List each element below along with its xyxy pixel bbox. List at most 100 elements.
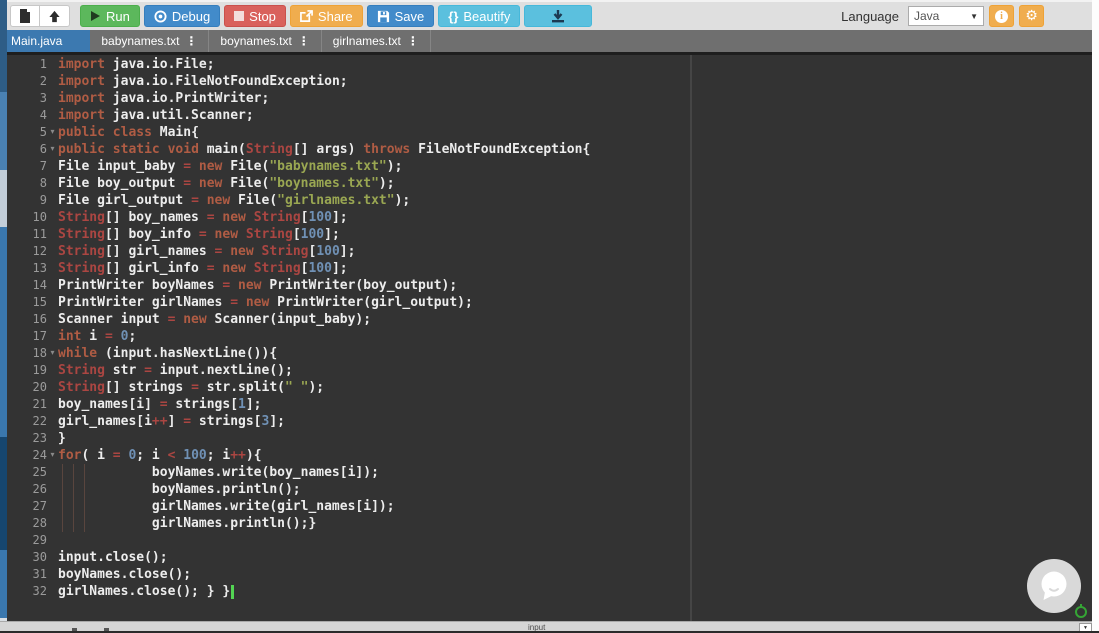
- code-line[interactable]: 7File input_baby = new File("babynames.t…: [7, 158, 1092, 175]
- tab-menu-icon[interactable]: ⋮: [298, 35, 310, 47]
- tab-menu-icon[interactable]: ⋮: [185, 35, 197, 47]
- share-icon: [300, 10, 313, 23]
- debug-button[interactable]: Debug: [144, 5, 220, 27]
- download-button[interactable]: [524, 5, 592, 27]
- toolbar: Run Debug Stop Share Save {}: [0, 0, 1099, 30]
- fold-gutter: [47, 192, 58, 209]
- settings-button[interactable]: ⚙: [1019, 5, 1044, 27]
- code-line[interactable]: 9File girl_output = new File("girlnames.…: [7, 192, 1092, 209]
- code-line[interactable]: 12 String[] girl_names = new String[100];: [7, 243, 1092, 260]
- code-line[interactable]: 11String[] boy_info = new String[100];: [7, 226, 1092, 243]
- code-line[interactable]: 10String[] boy_names = new String[100];: [7, 209, 1092, 226]
- info-button[interactable]: i: [989, 5, 1014, 27]
- code-line[interactable]: 28 girlNames.println();}: [7, 515, 1092, 532]
- code-line[interactable]: 15PrintWriter girlNames = new PrintWrite…: [7, 294, 1092, 311]
- code-line[interactable]: 2import java.io.FileNotFoundException;: [7, 73, 1092, 90]
- code-line[interactable]: 20String[] strings = str.split(" ");: [7, 379, 1092, 396]
- chat-fab-button[interactable]: [1027, 559, 1081, 613]
- line-number: 5: [7, 124, 47, 141]
- code-text: for( i = 0; i < 100; i++){: [58, 447, 262, 464]
- fold-gutter: [47, 209, 58, 226]
- fold-gutter: [47, 56, 58, 73]
- code-line[interactable]: 22 girl_names[i++] = strings[3];: [7, 413, 1092, 430]
- fold-arrow-icon[interactable]: ▾: [47, 124, 58, 141]
- code-text: String[] boy_names = new String[100];: [58, 209, 348, 226]
- run-button[interactable]: Run: [80, 5, 140, 27]
- fold-gutter: [47, 498, 58, 515]
- code-line[interactable]: 25 boyNames.write(boy_names[i]);: [7, 464, 1092, 481]
- code-line[interactable]: 3import java.io.PrintWriter;: [7, 90, 1092, 107]
- beautify-button[interactable]: {} Beautify: [438, 5, 520, 27]
- code-line[interactable]: 14PrintWriter boyNames = new PrintWriter…: [7, 277, 1092, 294]
- code-text: girlNames.println();}: [58, 515, 316, 532]
- code-line[interactable]: 13String[] girl_info = new String[100];: [7, 260, 1092, 277]
- upload-button[interactable]: [39, 5, 70, 27]
- fold-gutter: [47, 243, 58, 260]
- code-line[interactable]: 31boyNames.close();: [7, 566, 1092, 583]
- left-scrollbar[interactable]: [0, 0, 7, 633]
- fold-arrow-icon[interactable]: ▾: [47, 447, 58, 464]
- line-number: 4: [7, 107, 47, 124]
- fold-gutter: [47, 328, 58, 345]
- beautify-button-label: Beautify: [463, 9, 510, 24]
- code-line[interactable]: 4import java.util.Scanner;: [7, 107, 1092, 124]
- line-number: 2: [7, 73, 47, 90]
- code-text: girl_names[i++] = strings[3];: [58, 413, 285, 430]
- line-number: 12: [7, 243, 47, 260]
- resize-grip-icon[interactable]: [1075, 606, 1087, 618]
- language-select[interactable]: Java ▼: [908, 6, 984, 26]
- code-line[interactable]: 5▾public class Main{: [7, 124, 1092, 141]
- indent-guide: [84, 464, 85, 532]
- stop-button[interactable]: Stop: [224, 5, 286, 27]
- code-line[interactable]: 26 boyNames.println();: [7, 481, 1092, 498]
- fold-gutter: [47, 464, 58, 481]
- panel-dropdown-button[interactable]: ▼: [1079, 623, 1092, 631]
- new-file-button[interactable]: [10, 5, 40, 27]
- code-line[interactable]: 24▾for( i = 0; i < 100; i++){: [7, 447, 1092, 464]
- bottom-panel-tab-label: input: [528, 623, 545, 631]
- code-line[interactable]: 8File boy_output = new File("boynames.tx…: [7, 175, 1092, 192]
- code-text: String[] girl_names = new String[100];: [58, 243, 355, 260]
- editor-tab[interactable]: babynames.txt⋮: [90, 30, 209, 52]
- code-text: int i = 0;: [58, 328, 136, 345]
- code-text: public class Main{: [58, 124, 199, 141]
- code-line[interactable]: 29: [7, 532, 1092, 549]
- editor-tab-label: girlnames.txt: [333, 34, 401, 48]
- line-number: 21: [7, 396, 47, 413]
- code-line[interactable]: 16Scanner input = new Scanner(input_baby…: [7, 311, 1092, 328]
- code-line[interactable]: 30input.close();: [7, 549, 1092, 566]
- code-line[interactable]: 21boy_names[i] = strings[1];: [7, 396, 1092, 413]
- save-button[interactable]: Save: [367, 5, 435, 27]
- fold-arrow-icon[interactable]: ▾: [47, 345, 58, 362]
- right-scrollbar[interactable]: [1092, 0, 1099, 633]
- code-line[interactable]: 19String str = input.nextLine();: [7, 362, 1092, 379]
- code-line[interactable]: 17 int i = 0;: [7, 328, 1092, 345]
- code-line[interactable]: 6▾public static void main(String[] args)…: [7, 141, 1092, 158]
- line-number: 22: [7, 413, 47, 430]
- line-number: 19: [7, 362, 47, 379]
- code-line[interactable]: 23}: [7, 430, 1092, 447]
- editor-tab[interactable]: Main.java: [0, 30, 90, 52]
- line-number: 28: [7, 515, 47, 532]
- code-line[interactable]: 1import java.io.File;: [7, 56, 1092, 73]
- language-select-value: Java: [914, 9, 939, 23]
- debug-button-label: Debug: [172, 9, 210, 24]
- code-editor[interactable]: 1import java.io.File;2import java.io.Fil…: [7, 55, 1092, 621]
- code-line[interactable]: 32girlNames.close(); } }: [7, 583, 1092, 600]
- fold-gutter: [47, 379, 58, 396]
- fold-gutter: [47, 107, 58, 124]
- editor-tab[interactable]: boynames.txt⋮: [209, 30, 321, 52]
- save-icon: [377, 10, 390, 23]
- fold-arrow-icon[interactable]: ▾: [47, 141, 58, 158]
- fold-gutter: [47, 158, 58, 175]
- code-line[interactable]: 27 girlNames.write(girl_names[i]);: [7, 498, 1092, 515]
- fold-gutter: [47, 481, 58, 498]
- code-line[interactable]: 18▾while (input.hasNextLine()){: [7, 345, 1092, 362]
- editor-tab[interactable]: girlnames.txt ⋮: [322, 30, 431, 52]
- line-number: 1: [7, 56, 47, 73]
- line-number: 17: [7, 328, 47, 345]
- code-text: }: [58, 430, 66, 447]
- line-number: 27: [7, 498, 47, 515]
- tab-menu-icon[interactable]: ⋮: [407, 35, 419, 47]
- share-button[interactable]: Share: [290, 5, 363, 27]
